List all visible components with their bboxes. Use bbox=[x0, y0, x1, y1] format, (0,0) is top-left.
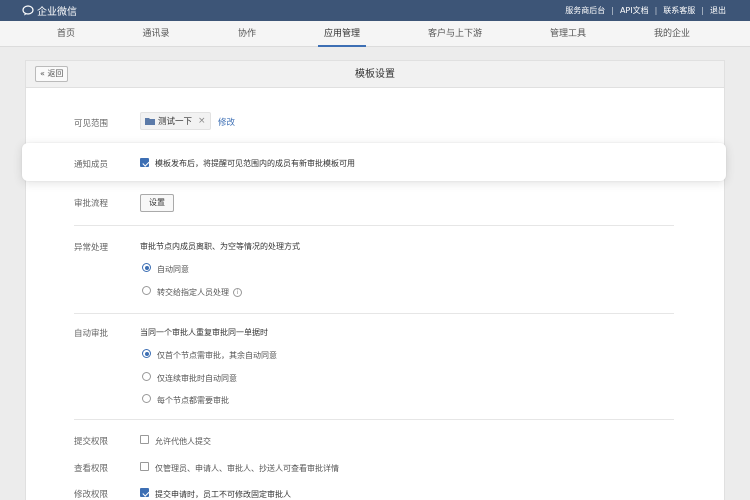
tab-contacts[interactable]: 通讯录 bbox=[142, 21, 169, 47]
separator: | bbox=[611, 6, 614, 15]
view-permission-checkbox[interactable] bbox=[140, 462, 149, 471]
view-permission-text: 仅管理员、申请人、审批人、抄送人可查看审批详情 bbox=[155, 464, 339, 473]
top-links: 服务商后台 | API文档 | 联系客服 | 退出 bbox=[565, 4, 726, 17]
option-first-node-only: 仅首个节点需审批，其余自动同意 bbox=[157, 351, 277, 360]
main-nav: 首页 通讯录 协作 应用管理 客户与上下游 管理工具 我的企业 bbox=[0, 21, 750, 47]
panel-header: « 返回 模板设置 bbox=[26, 61, 724, 88]
link-contact-support[interactable]: 联系客服 bbox=[663, 5, 695, 16]
tab-management-tools[interactable]: 管理工具 bbox=[550, 21, 586, 47]
tab-customers[interactable]: 客户与上下游 bbox=[428, 21, 482, 47]
scope-chip-label: 测试一下 bbox=[158, 117, 193, 127]
exception-handling-label: 异常处理 bbox=[74, 243, 109, 253]
tab-home[interactable]: 首页 bbox=[57, 21, 75, 47]
link-api-docs[interactable]: API文档 bbox=[620, 5, 649, 16]
divider bbox=[74, 225, 674, 226]
notify-row-highlight bbox=[22, 143, 726, 181]
edit-permission-checkbox[interactable] bbox=[140, 488, 149, 497]
radio-consecutive-only[interactable] bbox=[142, 372, 151, 381]
submit-permission-checkbox[interactable] bbox=[140, 435, 149, 444]
flow-settings-button[interactable]: 设置 bbox=[140, 194, 174, 212]
tab-my-company[interactable]: 我的企业 bbox=[654, 21, 690, 47]
info-icon[interactable]: i bbox=[233, 288, 242, 297]
notify-members-checkbox[interactable] bbox=[140, 158, 149, 167]
radio-first-node-only[interactable] bbox=[142, 349, 151, 358]
auto-approve-desc: 当同一个审批人重复审批同一单据时 bbox=[140, 328, 268, 337]
notify-members-label: 通知成员 bbox=[74, 160, 109, 170]
tab-collaboration[interactable]: 协作 bbox=[238, 21, 256, 47]
brand-name: 企业微信 bbox=[37, 7, 77, 18]
tab-app-management[interactable]: 应用管理 bbox=[317, 21, 367, 47]
radio-every-node[interactable] bbox=[142, 394, 151, 403]
chat-bubble-icon bbox=[22, 5, 34, 16]
edit-permission-label: 修改权限 bbox=[74, 490, 109, 500]
separator: | bbox=[654, 6, 658, 15]
radio-transfer[interactable] bbox=[142, 286, 151, 295]
scope-chip: 测试一下 × bbox=[140, 112, 211, 130]
template-settings-panel: « 返回 模板设置 bbox=[25, 60, 725, 500]
page-title: 模板设置 bbox=[355, 69, 395, 80]
option-transfer: 转交给指定人员处理 bbox=[157, 288, 229, 297]
option-consecutive-only: 仅连续审批时自动同意 bbox=[157, 374, 237, 383]
visible-scope-label: 可见范围 bbox=[74, 119, 109, 129]
divider bbox=[74, 419, 674, 420]
edit-scope-link[interactable]: 修改 bbox=[218, 116, 235, 128]
view-permission-label: 查看权限 bbox=[74, 464, 109, 474]
remove-chip-icon[interactable]: × bbox=[198, 116, 206, 126]
option-every-node: 每个节点都需要审批 bbox=[157, 396, 229, 405]
link-logout[interactable]: 退出 bbox=[710, 5, 726, 16]
notify-members-text: 模板发布后，将提醒可见范围内的成员有新审批模板可用 bbox=[155, 159, 355, 168]
radio-auto-approve[interactable] bbox=[142, 263, 151, 272]
option-auto-approve: 自动同意 bbox=[157, 265, 189, 274]
separator: | bbox=[701, 6, 704, 15]
brand-logo[interactable]: 企业微信 bbox=[22, 4, 77, 18]
divider bbox=[74, 313, 674, 314]
approval-flow-label: 审批流程 bbox=[74, 199, 109, 209]
exception-handling-desc: 审批节点内成员离职、为空等情况的处理方式 bbox=[140, 242, 300, 251]
submit-permission-text: 允许代他人提交 bbox=[155, 437, 211, 446]
auto-approve-label: 自动审批 bbox=[74, 329, 109, 339]
top-bar: 企业微信 服务商后台 | API文档 | 联系客服 | 退出 bbox=[0, 0, 750, 21]
edit-permission-text: 提交申请时，员工不可修改固定审批人 bbox=[155, 490, 291, 499]
submit-permission-label: 提交权限 bbox=[74, 437, 109, 447]
link-partner-console[interactable]: 服务商后台 bbox=[565, 5, 605, 16]
folder-icon bbox=[145, 118, 155, 125]
